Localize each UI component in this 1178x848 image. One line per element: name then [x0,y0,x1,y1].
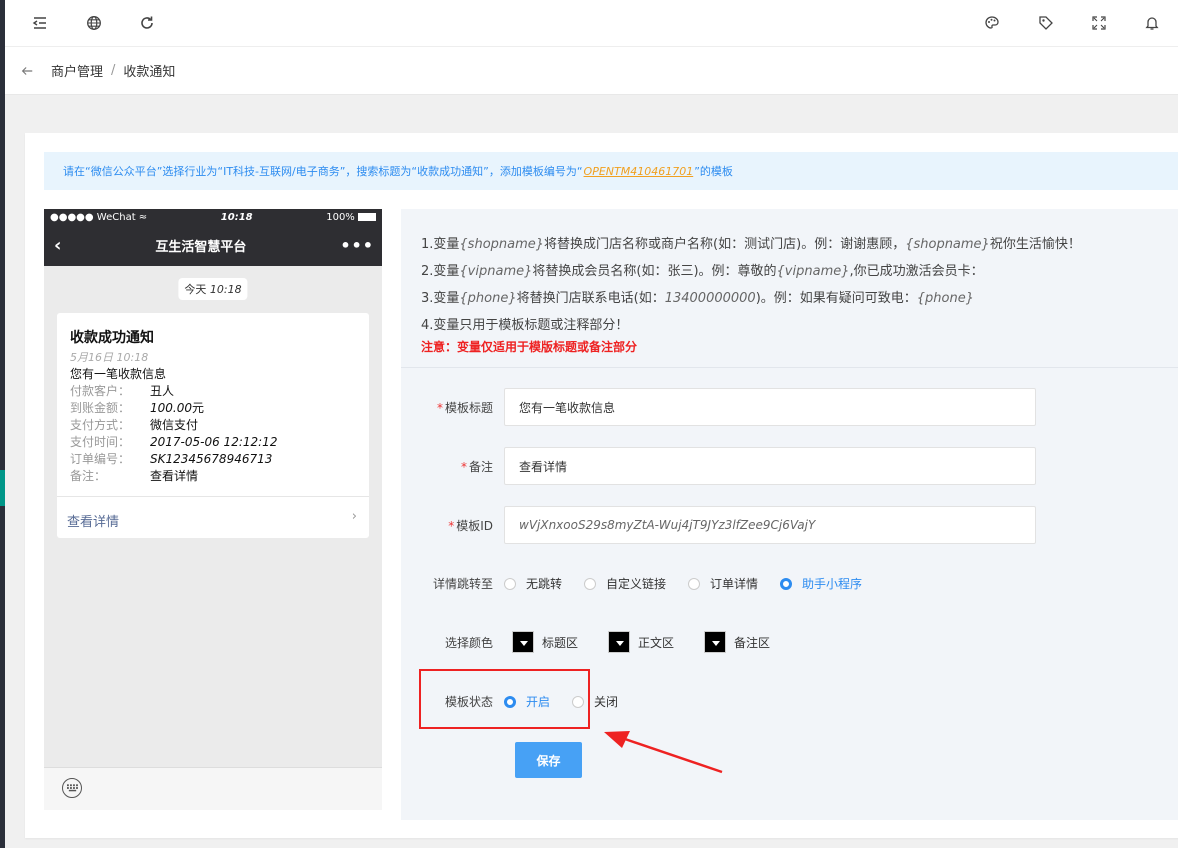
jump-option-custom-link[interactable]: 自定义链接 [584,575,666,592]
phone-battery: 100% [326,212,376,223]
template-notice: 请在“微信公众平台”选择行业为“IT科技-互联网/电子商务”，搜索标题为“收款成… [44,152,1178,190]
message-row: 订单编号： SK12345678946713 [70,451,273,467]
message-divider [57,496,369,497]
phone-date-pill: 今天 10:18 [178,278,248,300]
sidebar-active-indicator [0,470,5,506]
message-row: 备注： 查看详情 [70,469,199,483]
globe-icon[interactable] [83,12,105,34]
remark-input[interactable]: 查看详情 [504,447,1036,485]
breadcrumb-separator: / [111,63,116,78]
message-first-line: 您有一笔收款信息 [70,367,167,381]
status-highlight-box [419,669,590,729]
form-row-remark: * 备注 查看详情 [401,447,1178,485]
palette-icon[interactable] [981,12,1003,34]
fullscreen-icon[interactable] [1088,12,1110,34]
phone-more-icon: ••• [340,236,374,255]
jump-label: 详情跳转至 [432,577,493,591]
color-swatch[interactable] [608,631,631,653]
form-row-color: 选择颜色 标题区 正文区 备注区 [401,631,1178,653]
rule-line-3: 3.变量{phone}将替换门店联系电话(如：13400000000)。例：如果… [421,291,975,306]
phone-input-bar [44,767,382,810]
phone-nav-title: 互生活智慧平台 [155,240,247,255]
breadcrumb-parent[interactable]: 商户管理 [51,61,103,80]
refresh-icon[interactable] [136,12,158,34]
message-rows: 付款客户： 丑人 到账金额： 100.00 元 支付方式： 微信支付 支付时间： 2017… [70,382,277,484]
jump-option-none[interactable]: 无跳转 [504,575,562,592]
back-arrow-icon[interactable] [17,61,37,81]
phone-nav-bar: ‹ 互生活智慧平台 ••• [44,225,382,266]
form-row-title: * 模板标题 您有一笔收款信息 [401,388,1178,426]
rule-line-2: 2.变量{vipname}将替换成会员名称(如：张三)。例：尊敬的{vipnam… [421,264,984,279]
tag-icon[interactable] [1035,12,1057,34]
jump-option-order-detail[interactable]: 订单详情 [688,575,758,592]
battery-icon [358,212,376,221]
left-sidebar-strip [0,0,5,848]
phone-preview: ●●●●● WeChat ≈ 10:18 100% ‹ 互生活智慧平台 ••• … [44,209,382,810]
form-row-template-id: * 模板ID wVjXnxooS29s8myZtA-Wuj4jT9JYz3lfZe… [401,506,1178,544]
menu-collapse-icon[interactable] [29,12,51,34]
rule-warning: 注意：变量仅适用于模版标题或备注部分 [421,340,638,354]
bell-icon[interactable] [1141,12,1163,34]
required-mark: * [436,400,443,415]
jump-option-mini-program[interactable]: 助手小程序 [780,575,862,592]
breadcrumb: 商户管理 / 收款通知 [5,47,1178,95]
message-date: 5月16日 10:18 [70,351,149,364]
remark-label: * 备注 [460,459,493,474]
phone-time: 10:18 [220,211,253,223]
phone-status-bar: ●●●●● WeChat ≈ 10:18 100% [44,209,382,225]
notice-text-suffix: ”的模板 [694,165,733,178]
notice-text-prefix: 请在“微信公众平台”选择行业为“IT科技-互联网/电子商务”，搜索标题为“收款成… [63,165,583,178]
color-picker-title[interactable]: 标题区 [512,631,578,653]
rule-line-1: 1.变量{shopname}将替换成门店名称或商户名称(如：测试门店)。例：谢谢… [421,237,1081,252]
breadcrumb-current: 收款通知 [123,65,176,80]
message-row: 到账金额： 100.00 元 [70,400,205,416]
required-mark: * [448,518,455,533]
message-row: 支付时间： 2017-05-06 12:12:12 [70,434,278,450]
message-title: 收款成功通知 [70,330,154,346]
color-swatch[interactable] [704,631,727,653]
red-arrow-annotation [604,731,723,774]
color-picker-group: 标题区 正文区 备注区 [512,631,800,653]
title-label: * 模板标题 [436,400,493,415]
message-card: 收款成功通知 5月16日 10:18 您有一笔收款信息 付款客户： 丑人 到账金额… [57,313,369,538]
phone-carrier: ●●●●● WeChat ≈ [50,211,148,223]
title-input[interactable]: 您有一笔收款信息 [504,388,1036,426]
color-label: 选择颜色 [444,635,493,650]
rule-line-4: 4.变量只用于模板标题或注释部分！ [421,318,629,333]
jump-radio-group: 无跳转 自定义链接 订单详情 助手小程序 [504,575,884,592]
template-id-label: * 模板ID [448,518,493,533]
form-row-jump: 详情跳转至 无跳转 自定义链接 订单详情 助手小程序 [401,575,1178,592]
color-picker-remark[interactable]: 备注区 [704,631,770,653]
message-row: 支付方式： 微信支付 [70,418,199,432]
notice-template-code: OPENTM410461701 [583,164,694,178]
template-id-input[interactable]: wVjXnxooS29s8myZtA-Wuj4jT9JYz3lfZee9Cj6V… [504,506,1036,544]
required-mark: * [460,459,467,474]
phone-back-icon: ‹ [54,235,62,256]
color-picker-body[interactable]: 正文区 [608,631,674,653]
panel-divider [401,367,1178,368]
chevron-right-icon: › [351,509,357,524]
variable-rules: 1.变量{shopname}将替换成门店名称或商户名称(如：测试门店)。例：谢谢… [421,231,1081,357]
message-detail-link: 查看详情 [67,515,120,530]
message-row: 付款客户： 丑人 [70,384,175,398]
save-button[interactable]: 保存 [515,742,582,778]
keyboard-icon [62,778,82,798]
color-swatch[interactable] [512,631,534,653]
top-toolbar [5,0,1178,47]
